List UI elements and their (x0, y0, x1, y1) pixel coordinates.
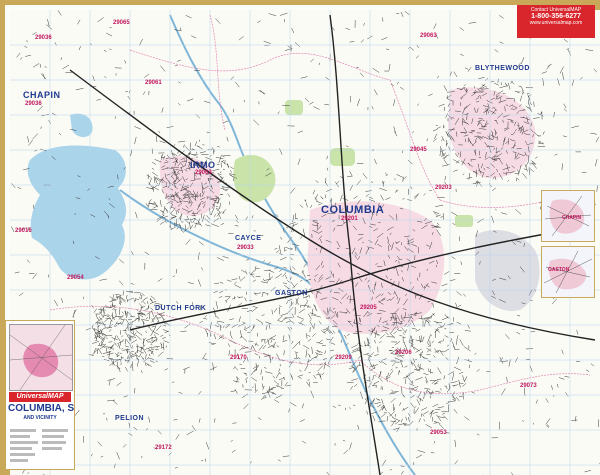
legend-row (42, 441, 66, 444)
zip-label: 29209 (335, 355, 352, 361)
locator-map-graphic (9, 324, 73, 391)
contact-box[interactable]: Contact UniversalMAP 1-800-356-6277 www.… (517, 5, 595, 38)
inset-map-gaston[interactable]: GASTON (541, 246, 595, 298)
map-title: COLUMBIA, SC (8, 403, 75, 414)
zip-label: 29036 (35, 35, 52, 41)
zip-label: 29036 (25, 101, 42, 107)
zip-label: 29065 (113, 20, 130, 26)
legend-row (42, 429, 68, 432)
place-label-cayce[interactable]: CAYCE (235, 235, 261, 242)
place-label-chapin[interactable]: CHAPIN (23, 90, 61, 100)
zip-label: 29061 (145, 80, 162, 86)
zip-label: 29063 (195, 170, 212, 176)
zip-label: 29170 (230, 355, 247, 361)
legend-row (42, 435, 64, 438)
zip-label: 29063 (420, 33, 437, 39)
zip-label: 29016 (15, 228, 32, 234)
place-label-columbia[interactable]: COLUMBIA (321, 204, 384, 216)
map-subtitle: AND VICINITY (23, 415, 57, 421)
zip-label: 29073 (520, 383, 537, 389)
zip-label: 29203 (435, 185, 452, 191)
inset-label: GASTON (548, 267, 570, 273)
locator-map[interactable] (9, 324, 73, 391)
place-label-irmo[interactable]: IRMO (190, 160, 216, 170)
zip-label: 29054 (67, 275, 84, 281)
contact-website[interactable]: www.universalmap.com (517, 20, 595, 27)
inset-label: CHAPIN (562, 215, 582, 221)
legend-row (10, 453, 35, 456)
legend-row (10, 459, 28, 462)
zip-label: 29205 (360, 305, 377, 311)
zip-label: 29206 (395, 350, 412, 356)
inset-map-chapin[interactable]: CHAPIN (541, 190, 595, 242)
place-label-gaston[interactable]: GASTON (275, 290, 308, 297)
place-label-dutch-fork[interactable]: DUTCH FORK (155, 305, 206, 312)
legend-row (10, 447, 32, 450)
legend-panel: UniversalMAP COLUMBIA, SC AND VICINITY (5, 320, 75, 470)
brand-logo: UniversalMAP (9, 392, 71, 402)
legend-row (10, 435, 30, 438)
map-frame: COLUMBIA 29201 IRMO 29063 CHAPIN 29036 D… (0, 0, 600, 475)
place-label-blythewood[interactable]: BLYTHEWOOD (475, 65, 530, 72)
street-map[interactable] (10, 10, 600, 475)
legend-row (10, 441, 38, 444)
zip-label: 29201 (341, 216, 358, 222)
legend-row (42, 447, 62, 450)
zip-label: 29033 (237, 245, 254, 251)
place-label-pelion[interactable]: PELION (115, 415, 144, 422)
zip-label: 29045 (410, 147, 427, 153)
legend-row (10, 429, 36, 432)
zip-label: 29172 (155, 445, 172, 451)
zip-label: 29053 (430, 430, 447, 436)
